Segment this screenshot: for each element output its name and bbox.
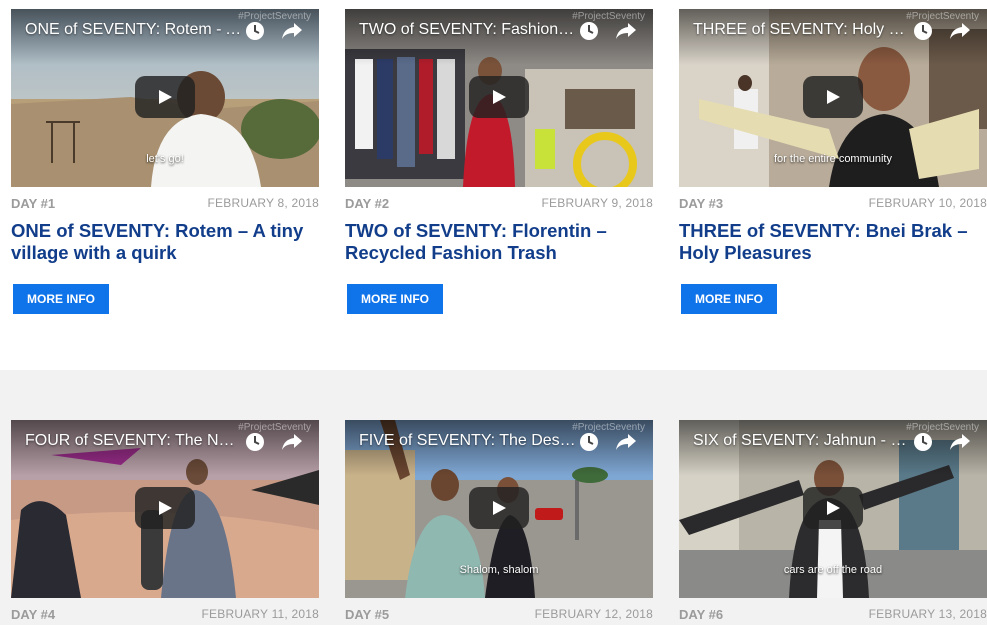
play-icon [159, 501, 172, 515]
share-icon[interactable] [281, 21, 303, 41]
video-caption: cars are off the road [783, 564, 883, 576]
video-card-3: THREE of SEVENTY: Holy Pleasures #Projec… [679, 9, 987, 264]
card-meta: DAY #4 FEBRUARY 11, 2018 [11, 598, 319, 625]
day-label: DAY #2 [345, 196, 390, 211]
date-label: FEBRUARY 12, 2018 [534, 607, 653, 621]
video-row-2: FOUR of SEVENTY: The Negev #ProjectSeven… [0, 370, 987, 625]
day-label: DAY #3 [679, 196, 724, 211]
card-title[interactable]: THREE of SEVENTY: Bnei Brak – Holy Pleas… [679, 220, 987, 264]
play-icon [159, 90, 172, 104]
video-title[interactable]: SIX of SEVENTY: Jahnun - Jaffa [693, 432, 911, 450]
clock-icon[interactable] [913, 432, 933, 452]
video-card-1: ONE of SEVENTY: Rotem - A tiny village w… [11, 9, 319, 264]
day-label: DAY #6 [679, 607, 724, 622]
play-button[interactable] [135, 487, 195, 529]
video-caption: let's go! [146, 153, 184, 165]
card-title[interactable]: ONE of SEVENTY: Rotem – A tiny village w… [11, 220, 319, 264]
date-label: FEBRUARY 9, 2018 [541, 196, 653, 210]
video-title[interactable]: THREE of SEVENTY: Holy Pleasures [693, 21, 911, 39]
video-caption: for the entire community [774, 153, 892, 165]
card-meta: DAY #3 FEBRUARY 10, 2018 [679, 187, 987, 217]
clock-icon[interactable] [913, 21, 933, 41]
video-thumbnail[interactable]: THREE of SEVENTY: Holy Pleasures #Projec… [679, 9, 987, 187]
card-meta: DAY #5 FEBRUARY 12, 2018 [345, 598, 653, 625]
play-icon [827, 90, 840, 104]
card-title[interactable]: TWO of SEVENTY: Florentin – Recycled Fas… [345, 220, 653, 264]
video-card-2: TWO of SEVENTY: Fashionable Trash #Proje… [345, 9, 653, 264]
play-button[interactable] [469, 76, 529, 118]
date-label: FEBRUARY 11, 2018 [201, 607, 319, 621]
play-icon [493, 501, 506, 515]
video-thumbnail[interactable]: FOUR of SEVENTY: The Negev #ProjectSeven… [11, 420, 319, 598]
video-thumbnail[interactable]: TWO of SEVENTY: Fashionable Trash #Proje… [345, 9, 653, 187]
clock-icon[interactable] [579, 21, 599, 41]
video-thumbnail[interactable]: FIVE of SEVENTY: The Desert #ProjectSeve… [345, 420, 653, 598]
day-label: DAY #1 [11, 196, 56, 211]
play-icon [493, 90, 506, 104]
day-label: DAY #5 [345, 607, 390, 622]
date-label: FEBRUARY 10, 2018 [868, 196, 987, 210]
video-title[interactable]: ONE of SEVENTY: Rotem - A tiny village w… [25, 21, 243, 39]
video-caption: Shalom, shalom [459, 564, 539, 576]
play-button[interactable] [803, 76, 863, 118]
share-icon[interactable] [615, 21, 637, 41]
day-label: DAY #4 [11, 607, 56, 622]
card-meta: DAY #2 FEBRUARY 9, 2018 [345, 187, 653, 217]
video-thumbnail[interactable]: ONE of SEVENTY: Rotem - A tiny village w… [11, 9, 319, 187]
video-title[interactable]: TWO of SEVENTY: Fashionable Trash [359, 21, 577, 39]
play-button[interactable] [803, 487, 863, 529]
play-icon [827, 501, 840, 515]
card-meta: DAY #6 FEBRUARY 13, 2018 [679, 598, 987, 625]
video-thumbnail[interactable]: SIX of SEVENTY: Jahnun - Jaffa #ProjectS… [679, 420, 987, 598]
clock-icon[interactable] [579, 432, 599, 452]
share-icon[interactable] [949, 21, 971, 41]
clock-icon[interactable] [245, 21, 265, 41]
play-button[interactable] [135, 76, 195, 118]
date-label: FEBRUARY 8, 2018 [207, 196, 319, 210]
date-label: FEBRUARY 13, 2018 [868, 607, 987, 621]
video-card-4: FOUR of SEVENTY: The Negev #ProjectSeven… [11, 420, 319, 625]
card-meta: DAY #1 FEBRUARY 8, 2018 [11, 187, 319, 217]
video-title[interactable]: FIVE of SEVENTY: The Desert [359, 432, 577, 450]
clock-icon[interactable] [245, 432, 265, 452]
video-card-6: SIX of SEVENTY: Jahnun - Jaffa #ProjectS… [679, 420, 987, 625]
video-card-5: FIVE of SEVENTY: The Desert #ProjectSeve… [345, 420, 653, 625]
share-icon[interactable] [949, 432, 971, 452]
more-info-button-2[interactable]: MORE INFO [347, 284, 443, 314]
share-icon[interactable] [615, 432, 637, 452]
more-info-button-1[interactable]: MORE INFO [13, 284, 109, 314]
play-button[interactable] [469, 487, 529, 529]
video-title[interactable]: FOUR of SEVENTY: The Negev [25, 432, 243, 450]
share-icon[interactable] [281, 432, 303, 452]
video-row-1: ONE of SEVENTY: Rotem - A tiny village w… [0, 0, 987, 370]
more-info-button-3[interactable]: MORE INFO [681, 284, 777, 314]
